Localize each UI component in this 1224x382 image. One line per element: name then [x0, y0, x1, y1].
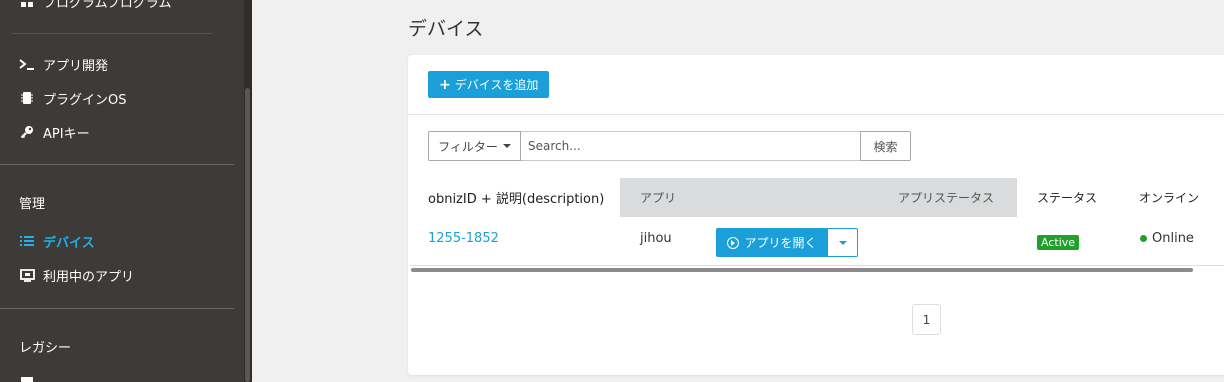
sidebar-item-label: APIキー	[43, 126, 90, 142]
sidebar-item-partial[interactable]: プログラムプログラム	[19, 0, 171, 12]
add-device-label: デバイスを追加	[454, 78, 539, 92]
column-header-app-status[interactable]: アプリステータス	[898, 178, 994, 217]
search-input[interactable]	[521, 131, 861, 161]
filter-label: フィルター	[438, 139, 498, 154]
open-app-label: アプリを開く	[744, 236, 817, 250]
device-id-link[interactable]: 1255-1852	[428, 231, 499, 246]
divider	[0, 308, 234, 309]
sidebar-item-label: プログラムプログラム	[43, 0, 172, 11]
caret-down-icon	[838, 240, 847, 245]
plus-icon: +	[439, 76, 451, 93]
section-title-legacy: レガシー	[19, 341, 72, 356]
search-button[interactable]: 検索	[860, 131, 911, 161]
divider	[0, 164, 234, 165]
divider	[408, 114, 1224, 115]
column-header-online[interactable]: オンライン	[1139, 178, 1199, 217]
chip-icon	[19, 90, 35, 106]
sidebar-item-label: 利用中のアプリ	[43, 269, 135, 285]
open-app-button[interactable]: アプリを開く	[716, 228, 828, 257]
sidebar-scrollbar-thumb[interactable]	[245, 88, 250, 382]
sidebar-item-app-dev[interactable]: アプリ開発	[19, 53, 108, 75]
table-scrollbar-thumb[interactable]	[411, 268, 1193, 272]
caret-down-icon	[502, 144, 511, 148]
pagination-page-1[interactable]: 1	[912, 304, 941, 335]
sidebar-item-label: プラグインOS	[43, 92, 127, 108]
add-device-button[interactable]: + デバイスを追加	[428, 71, 550, 98]
online-label: Online	[1152, 231, 1194, 246]
sidebar-item-label: デバイス	[43, 235, 95, 251]
online-indicator: Online	[1140, 231, 1194, 246]
sidebar-item-apps-in-use[interactable]: 利用中のアプリ	[19, 264, 134, 286]
terminal-icon	[19, 56, 35, 72]
play-circle-icon	[727, 236, 740, 249]
monitor-icon	[19, 267, 35, 283]
page-title: デバイス	[408, 18, 484, 40]
online-dot-icon	[1140, 235, 1147, 242]
sidebar-item-plugin-os[interactable]: プラグインOS	[19, 87, 127, 109]
status-badge: Active	[1037, 235, 1080, 250]
column-header-obniz-id[interactable]: obnizID + 説明(description)	[428, 178, 604, 217]
column-header-app[interactable]: アプリ	[640, 178, 676, 217]
sidebar-item-partial-bottom[interactable]	[19, 372, 43, 382]
list-icon	[19, 233, 35, 249]
sidebar: プログラムプログラム アプリ開発 プラグインOS APIキー 管理 デバイス 利…	[0, 0, 244, 382]
column-header-status[interactable]: ステータス	[1037, 178, 1097, 217]
open-app-button-group: アプリを開く	[716, 228, 858, 257]
apps-icon	[19, 0, 35, 9]
filter-dropdown[interactable]: フィルター	[428, 131, 521, 161]
item-icon	[19, 375, 35, 382]
divider	[12, 33, 212, 34]
key-icon	[19, 124, 35, 140]
sidebar-item-devices[interactable]: デバイス	[19, 230, 95, 252]
sidebar-item-api-key[interactable]: APIキー	[19, 121, 90, 143]
sidebar-item-label: アプリ開発	[43, 58, 109, 74]
devices-card: + デバイスを追加 フィルター 検索 obnizID + 説明(descript…	[408, 55, 1224, 375]
section-title-manage: 管理	[19, 197, 46, 212]
open-app-dropdown[interactable]	[828, 228, 858, 257]
device-app-name: jihou	[640, 231, 672, 246]
